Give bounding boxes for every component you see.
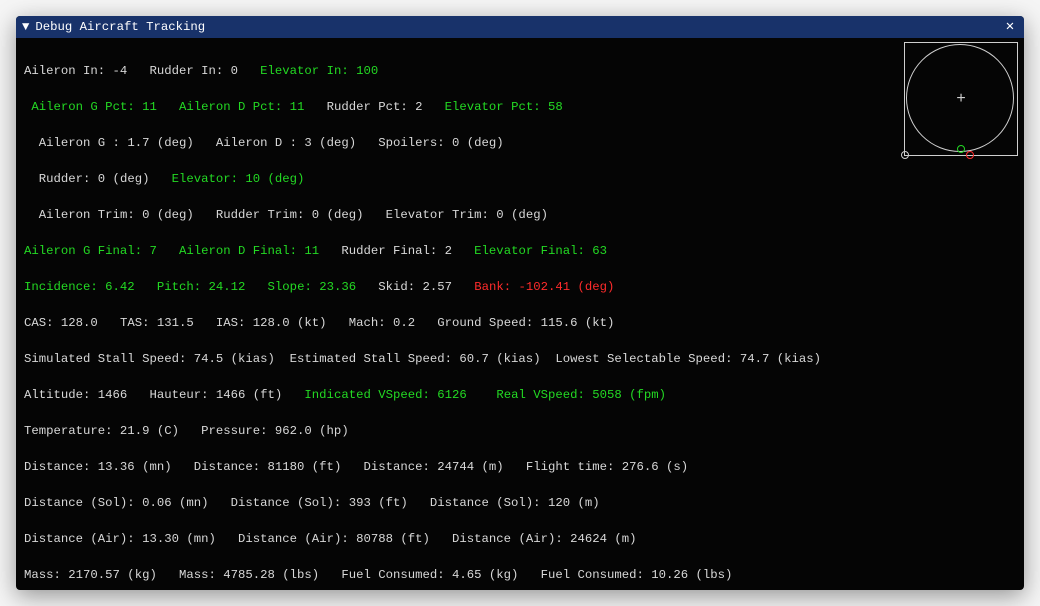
ground-speed: Ground Speed: 115.6 (kt): [437, 316, 614, 330]
line-rudder-elev: Rudder: 0 (deg) Elevator: 10 (deg): [24, 170, 1016, 188]
dist-sol-m: Distance (Sol): 120 (m): [430, 496, 600, 510]
elevator-trim: Elevator Trim: 0 (deg): [386, 208, 548, 222]
flight-time: Flight time: 276.6 (s): [526, 460, 688, 474]
gauge-marker-red: [966, 151, 974, 159]
gauge-center-icon: +: [956, 91, 966, 107]
spoilers: Spoilers: 0 (deg): [378, 136, 503, 150]
sim-stall: Simulated Stall Speed: 74.5 (kias): [24, 352, 275, 366]
title-area[interactable]: ▼ Debug Aircraft Tracking: [22, 20, 205, 34]
elevator-pct: Elevator Pct: 58: [445, 100, 563, 114]
rudder-trim: Rudder Trim: 0 (deg): [216, 208, 364, 222]
gauge-marker-green: [957, 145, 965, 153]
line-aileron-in: Aileron In: -4 Rudder In: 0 Elevator In:…: [24, 62, 1016, 80]
aileron-g-pct: Aileron G Pct: 11: [31, 100, 156, 114]
fuel-consumed-kg: Fuel Consumed: 4.65 (kg): [341, 568, 518, 582]
temperature: Temperature: 21.9 (C): [24, 424, 179, 438]
line-finals: Aileron G Final: 7 Aileron D Final: 11 R…: [24, 242, 1016, 260]
line-mass: Mass: 2170.57 (kg) Mass: 4785.28 (lbs) F…: [24, 566, 1016, 584]
titlebar[interactable]: ▼ Debug Aircraft Tracking ✕: [16, 16, 1024, 38]
hauteur: Hauteur: 1466 (ft): [149, 388, 282, 402]
rudder-pct: Rudder Pct: 2: [327, 100, 423, 114]
aileron-d-final: Aileron D Final: 11: [179, 244, 319, 258]
aileron-d-pct: Aileron D Pct: 11: [179, 100, 304, 114]
aileron-d-deg: Aileron D : 3 (deg): [216, 136, 356, 150]
mass-lbs: Mass: 4785.28 (lbs): [179, 568, 319, 582]
aileron-in: Aileron In: -4: [24, 64, 127, 78]
elevator-deg: Elevator: 10 (deg): [172, 172, 305, 186]
line-distance-sol: Distance (Sol): 0.06 (mn) Distance (Sol)…: [24, 494, 1016, 512]
dist-sol-mn: Distance (Sol): 0.06 (mn): [24, 496, 208, 510]
line-altitude: Altitude: 1466 Hauteur: 1466 (ft) Indica…: [24, 386, 1016, 404]
pressure: Pressure: 962.0 (hp): [201, 424, 349, 438]
lowest-select: Lowest Selectable Speed: 74.7 (kias): [555, 352, 821, 366]
est-stall: Estimated Stall Speed: 60.7 (kias): [290, 352, 541, 366]
ias: IAS: 128.0 (kt): [216, 316, 327, 330]
gauge-marker-white: [901, 151, 909, 159]
window-title: Debug Aircraft Tracking: [35, 20, 205, 34]
aileron-g-deg: Aileron G : 1.7 (deg): [39, 136, 194, 150]
dist-air-ft: Distance (Air): 80788 (ft): [238, 532, 430, 546]
cas: CAS: 128.0: [24, 316, 98, 330]
slope: Slope: 23.36: [268, 280, 357, 294]
line-speeds: CAS: 128.0 TAS: 131.5 IAS: 128.0 (kt) Ma…: [24, 314, 1016, 332]
rudder-in: Rudder In: 0: [149, 64, 238, 78]
debug-content: Aileron In: -4 Rudder In: 0 Elevator In:…: [16, 38, 1024, 590]
indicated-vspeed: Indicated VSpeed: 6126: [304, 388, 466, 402]
line-temp: Temperature: 21.9 (C) Pressure: 962.0 (h…: [24, 422, 1016, 440]
dist-mn: Distance: 13.36 (mn): [24, 460, 172, 474]
debug-window: ▼ Debug Aircraft Tracking ✕ Aileron In: …: [16, 16, 1024, 590]
line-aileron-deg: Aileron G : 1.7 (deg) Aileron D : 3 (deg…: [24, 134, 1016, 152]
line-distance-air: Distance (Air): 13.30 (mn) Distance (Air…: [24, 530, 1016, 548]
line-attitude: Incidence: 6.42 Pitch: 24.12 Slope: 23.3…: [24, 278, 1016, 296]
skid: Skid: 2.57: [378, 280, 452, 294]
aileron-trim: Aileron Trim: 0 (deg): [39, 208, 194, 222]
dist-ft: Distance: 81180 (ft): [194, 460, 342, 474]
rudder-deg: Rudder: 0 (deg): [39, 172, 150, 186]
close-icon: ✕: [1006, 20, 1014, 34]
dist-sol-ft: Distance (Sol): 393 (ft): [231, 496, 408, 510]
bank: Bank: -102.41 (deg): [474, 280, 614, 294]
elevator-final: Elevator Final: 63: [474, 244, 607, 258]
elevator-in: Elevator In: 100: [260, 64, 378, 78]
line-trims: Aileron Trim: 0 (deg) Rudder Trim: 0 (de…: [24, 206, 1016, 224]
incidence: Incidence: 6.42: [24, 280, 135, 294]
line-stall: Simulated Stall Speed: 74.5 (kias) Estim…: [24, 350, 1016, 368]
line-distance: Distance: 13.36 (mn) Distance: 81180 (ft…: [24, 458, 1016, 476]
dist-air-m: Distance (Air): 24624 (m): [452, 532, 636, 546]
dist-m: Distance: 24744 (m): [363, 460, 503, 474]
altitude: Altitude: 1466: [24, 388, 127, 402]
line-aileron-pct: Aileron G Pct: 11 Aileron D Pct: 11 Rudd…: [24, 98, 1016, 116]
mass-kg: Mass: 2170.57 (kg): [24, 568, 157, 582]
close-button[interactable]: ✕: [1002, 19, 1018, 35]
real-vspeed: Real VSpeed: 5058 (fpm): [496, 388, 666, 402]
rudder-final: Rudder Final: 2: [341, 244, 452, 258]
control-gauge: +: [904, 42, 1018, 156]
collapse-icon[interactable]: ▼: [22, 20, 29, 34]
mach: Mach: 0.2: [349, 316, 415, 330]
pitch: Pitch: 24.12: [157, 280, 246, 294]
dist-air-mn: Distance (Air): 13.30 (mn): [24, 532, 216, 546]
aileron-g-final: Aileron G Final: 7: [24, 244, 157, 258]
tas: TAS: 131.5: [120, 316, 194, 330]
fuel-consumed-lbs: Fuel Consumed: 10.26 (lbs): [541, 568, 733, 582]
